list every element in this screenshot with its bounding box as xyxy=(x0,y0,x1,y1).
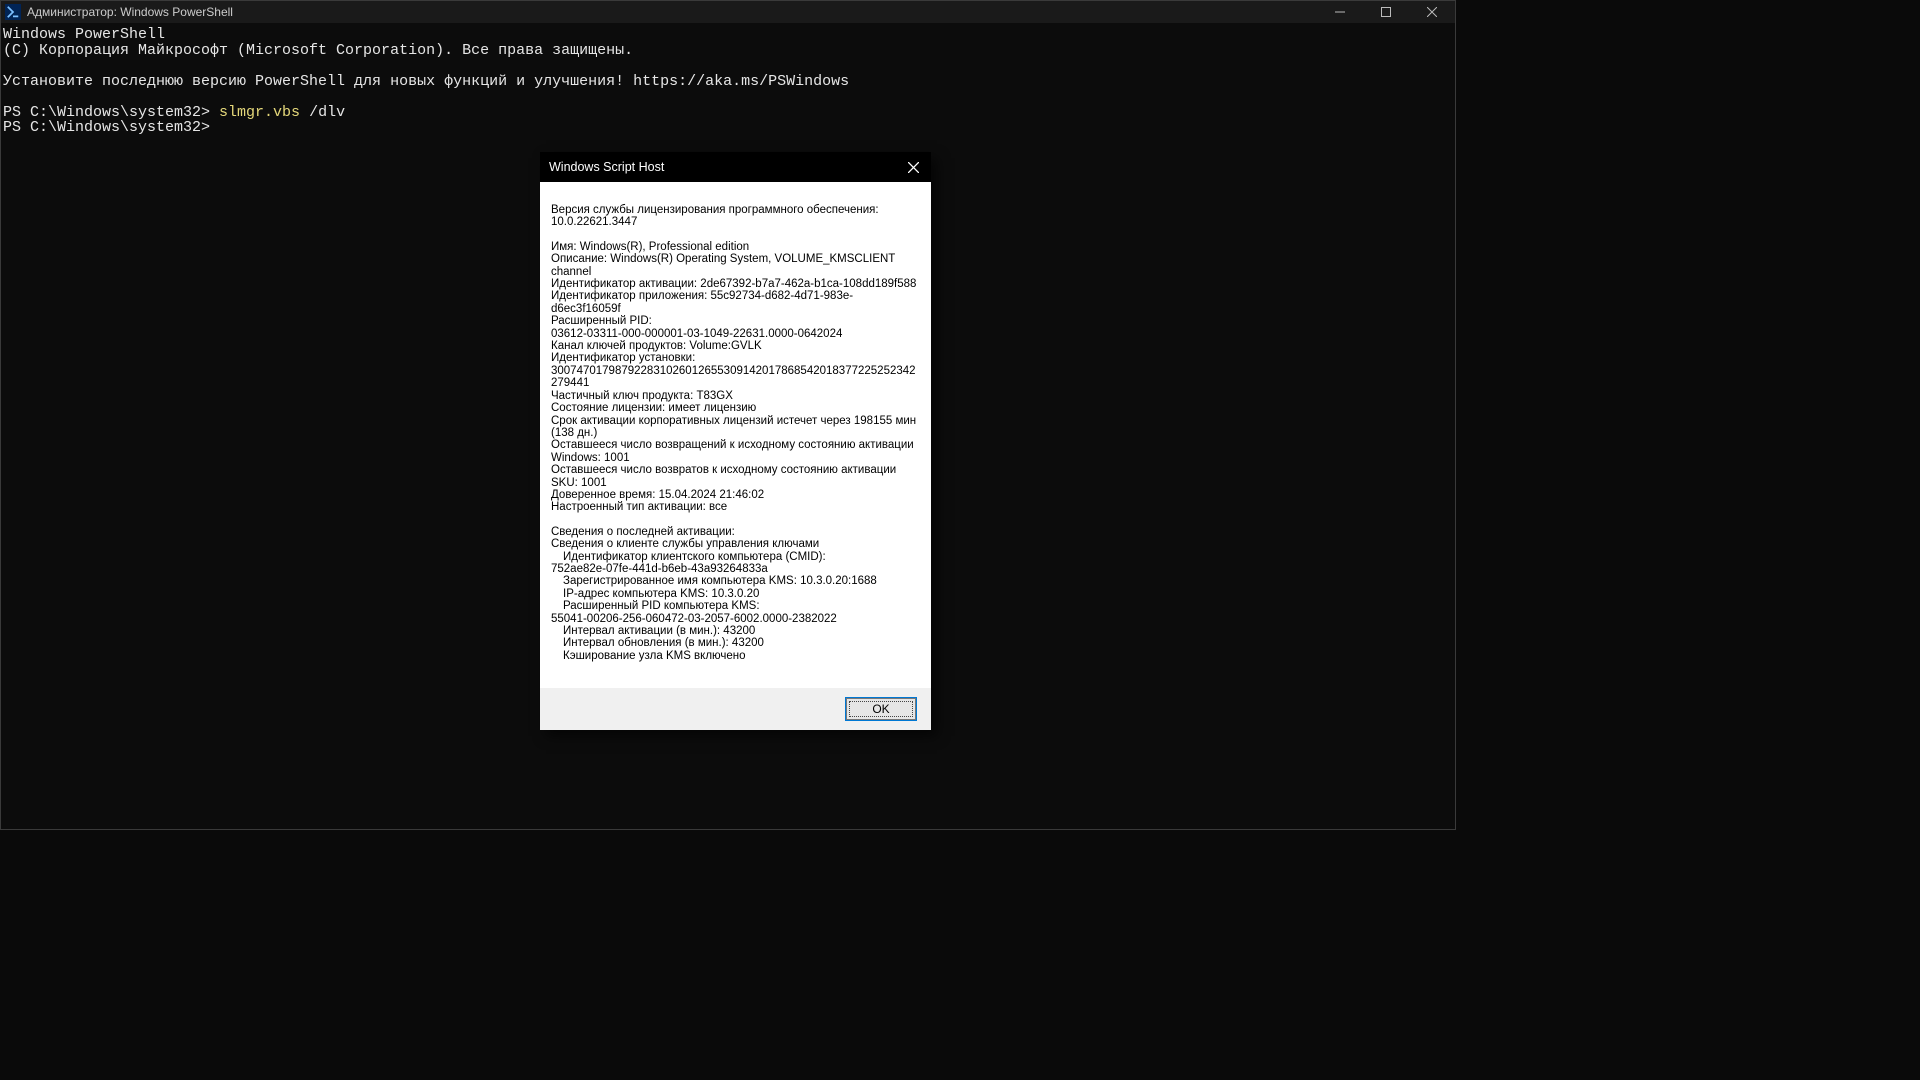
dialog-titlebar[interactable]: Windows Script Host xyxy=(540,152,931,182)
terminal-line: Установите последнюю версию PowerShell д… xyxy=(3,73,849,90)
installation-id-value: 3007470179879228310260126553091420178685… xyxy=(551,365,920,390)
kms-pid-label: Расширенный PID компьютера KMS: xyxy=(551,600,920,612)
last-activation-header: Сведения о последней активации: xyxy=(551,526,920,538)
window-title: Администратор: Windows PowerShell xyxy=(27,5,1317,19)
activation-type: Настроенный тип активации: все xyxy=(551,501,920,513)
extended-pid-label: Расширенный PID: xyxy=(551,315,920,327)
dialog-body: Версия службы лицензирования программног… xyxy=(540,182,931,688)
dialog-close-button[interactable] xyxy=(895,152,931,182)
close-button[interactable] xyxy=(1409,1,1455,23)
terminal-line: (C) Корпорация Майкрософт (Microsoft Cor… xyxy=(3,42,633,59)
kms-registered-name: Зарегистрированное имя компьютера KMS: 1… xyxy=(551,575,920,587)
minimize-button[interactable] xyxy=(1317,1,1363,23)
installation-id-label: Идентификатор установки: xyxy=(551,352,920,364)
command-text: slmgr.vbs xyxy=(219,104,300,121)
window-titlebar[interactable]: Администратор: Windows PowerShell xyxy=(1,1,1455,23)
window-controls xyxy=(1317,1,1455,23)
key-channel: Канал ключей продуктов: Volume:GVLK xyxy=(551,340,920,352)
cmid-value: 752ae82e-07fe-441d-b6eb-43a93264833a xyxy=(551,563,920,575)
partial-product-key: Частичный ключ продукта: T83GX xyxy=(551,390,920,402)
dialog-title: Windows Script Host xyxy=(549,160,895,174)
powershell-icon xyxy=(5,4,21,20)
license-state: Состояние лицензии: имеет лицензию xyxy=(551,402,920,414)
kms-pid-value: 55041-00206-256-060472-03-2057-6002.0000… xyxy=(551,613,920,625)
extended-pid-value: 03612-03311-000-000001-03-1049-22631.000… xyxy=(551,328,920,340)
prompt-prefix: PS C:\Windows\system32> xyxy=(3,104,219,121)
rearm-sku: Оставшееся число возвратов к исходному с… xyxy=(551,464,920,489)
activation-id: Идентификатор активации: 2de67392-b7a7-4… xyxy=(551,278,920,290)
license-expiry: Срок активации корпоративных лицензий ис… xyxy=(551,415,920,440)
application-id: Идентификатор приложения: 55c92734-d682-… xyxy=(551,290,920,315)
license-version: Версия службы лицензирования программног… xyxy=(551,204,920,229)
edition-name: Имя: Windows(R), Professional edition xyxy=(551,241,920,253)
maximize-button[interactable] xyxy=(1363,1,1409,23)
kms-ip: IP-адрес компьютера KMS: 10.3.0.20 xyxy=(551,588,920,600)
rearm-windows: Оставшееся число возвращений к исходному… xyxy=(551,439,920,464)
ok-button[interactable]: OK xyxy=(846,698,916,720)
kms-client-info: Сведения о клиенте службы управления клю… xyxy=(551,538,920,550)
terminal-line: Windows PowerShell xyxy=(3,26,165,43)
kms-cache: Кэширование узла KMS включено xyxy=(551,650,920,662)
activation-interval: Интервал активации (в мин.): 43200 xyxy=(551,625,920,637)
prompt-text: PS C:\Windows\system32> xyxy=(3,119,210,136)
renewal-interval: Интервал обновления (в мин.): 43200 xyxy=(551,637,920,649)
command-arg: /dlv xyxy=(300,104,345,121)
cmid-label: Идентификатор клиентского компьютера (CM… xyxy=(551,551,920,563)
description: Описание: Windows(R) Operating System, V… xyxy=(551,253,920,278)
dialog-footer: OK xyxy=(540,688,931,730)
script-host-dialog: Windows Script Host Версия службы лиценз… xyxy=(540,152,931,730)
trusted-time: Доверенное время: 15.04.2024 21:46:02 xyxy=(551,489,920,501)
